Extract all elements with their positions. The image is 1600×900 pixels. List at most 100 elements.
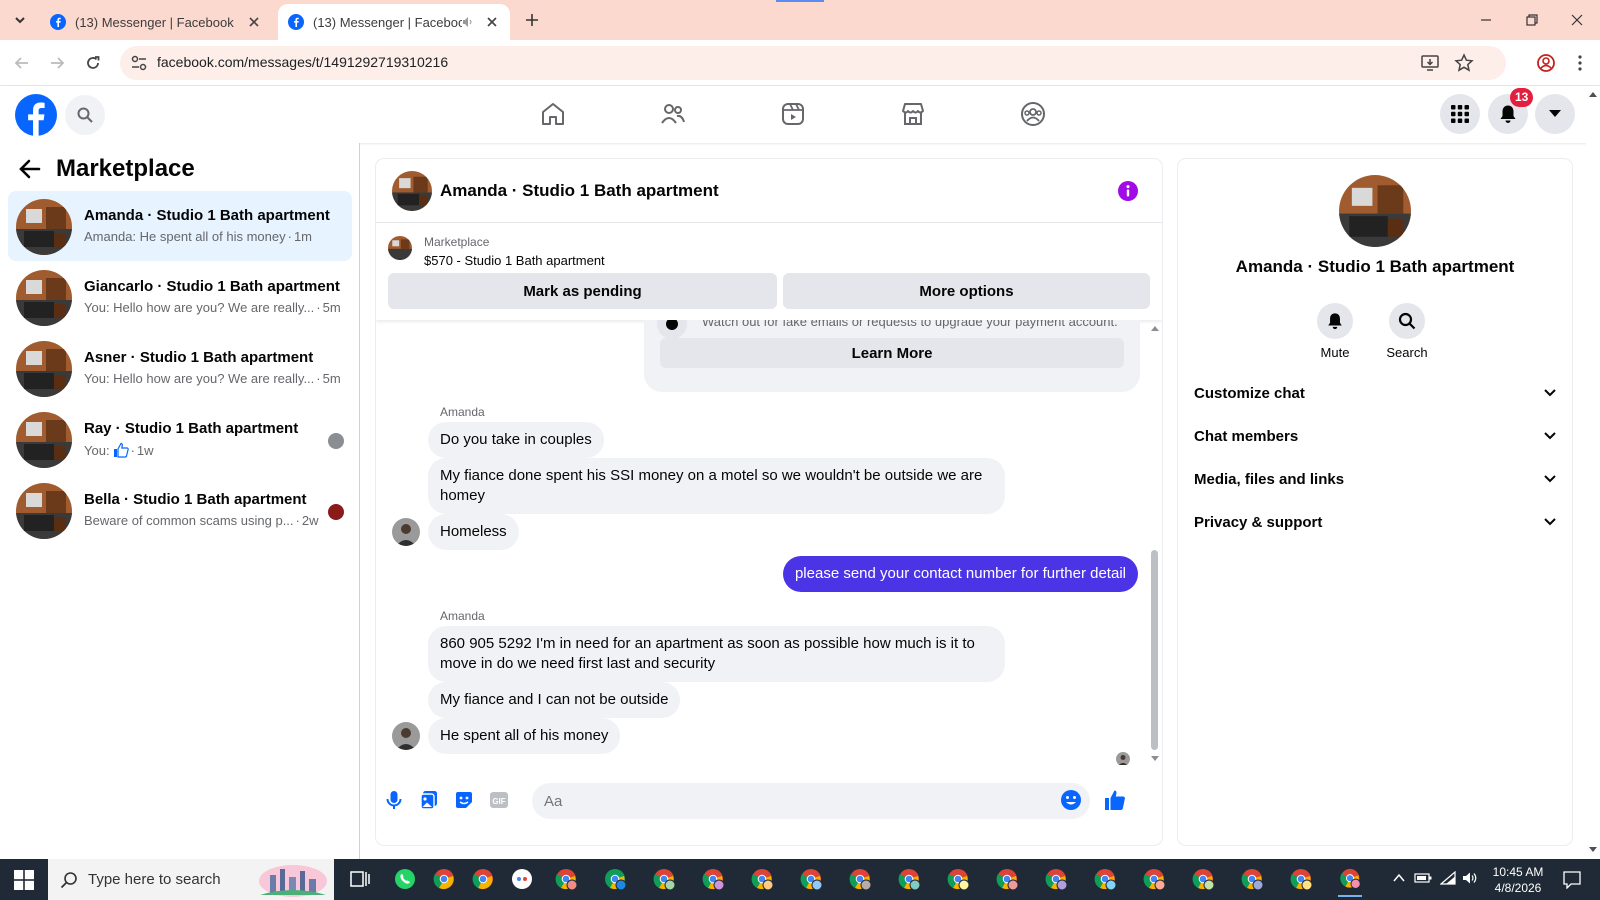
- search-action[interactable]: Search: [1377, 303, 1437, 360]
- sender-avatar[interactable]: [392, 722, 420, 750]
- chrome-profile-icon[interactable]: [1044, 867, 1068, 891]
- show-hidden-icons-chevron-icon[interactable]: [1392, 871, 1406, 885]
- profile-avatar[interactable]: [1339, 175, 1411, 247]
- audio-playing-icon[interactable]: [462, 16, 474, 28]
- url-text[interactable]: facebook.com/messages/t/1491292719310216: [157, 54, 448, 70]
- address-bar[interactable]: facebook.com/messages/t/1491292719310216: [120, 46, 1506, 80]
- chrome-profile-icon[interactable]: [652, 867, 676, 891]
- chrome-icon[interactable]: [432, 867, 456, 891]
- gif-button[interactable]: GIF: [487, 788, 511, 812]
- section-privacy-support[interactable]: Privacy & support: [1194, 502, 1556, 542]
- message-bubble[interactable]: 860 905 5292 I'm in need for an apartmen…: [428, 626, 1005, 682]
- browser-tab-1[interactable]: (13) Messenger | Facebook: [40, 4, 272, 40]
- scroll-up-arrow-icon[interactable]: [1588, 90, 1598, 98]
- google-lens-icon[interactable]: [510, 867, 534, 891]
- chrome-profile-icon[interactable]: [554, 867, 578, 891]
- chrome-profile-icon[interactable]: [603, 867, 627, 891]
- wifi-icon[interactable]: [1440, 871, 1456, 885]
- menu-button[interactable]: [1440, 94, 1480, 134]
- install-app-icon[interactable]: [1420, 53, 1440, 73]
- chrome-profile-icon[interactable]: [1142, 867, 1166, 891]
- listing-thumbnail[interactable]: [388, 236, 412, 260]
- scroll-up-arrow-icon[interactable]: [1150, 324, 1160, 332]
- chrome-profile-icon[interactable]: [1191, 867, 1215, 891]
- chrome-profile-icon[interactable]: [799, 867, 823, 891]
- back-button[interactable]: [10, 51, 34, 75]
- nav-home[interactable]: [537, 98, 569, 130]
- message-bubble[interactable]: Do you take in couples: [428, 422, 604, 458]
- restore-window-button[interactable]: [1520, 8, 1544, 32]
- chrome-profile-icon[interactable]: [897, 867, 921, 891]
- forward-button[interactable]: [45, 51, 69, 75]
- nav-friends[interactable]: [657, 98, 689, 130]
- learn-more-button[interactable]: Learn More: [660, 338, 1124, 368]
- scroll-thumb[interactable]: [1151, 550, 1158, 750]
- nav-marketplace[interactable]: [897, 98, 929, 130]
- message-bubble[interactable]: Homeless: [428, 514, 519, 550]
- reload-button[interactable]: [81, 51, 105, 75]
- chrome-profile-icon[interactable]: [750, 867, 774, 891]
- section-chat-members[interactable]: Chat members: [1194, 416, 1556, 456]
- nav-groups[interactable]: [1017, 98, 1049, 130]
- info-icon[interactable]: [1118, 181, 1138, 201]
- close-tab-button[interactable]: [484, 14, 500, 30]
- bookmark-star-icon[interactable]: [1454, 53, 1474, 73]
- message-input[interactable]: [544, 783, 1044, 819]
- chrome-profile-icon[interactable]: [848, 867, 872, 891]
- site-settings-icon[interactable]: [130, 54, 148, 72]
- profile-button[interactable]: [1534, 51, 1558, 75]
- message-bubble[interactable]: He spent all of his money: [428, 718, 621, 754]
- chrome-profile-icon[interactable]: [1093, 867, 1117, 891]
- chat-avatar[interactable]: [392, 171, 432, 211]
- chrome-profile-icon[interactable]: [1289, 867, 1313, 891]
- chrome-profile-icon[interactable]: [995, 867, 1019, 891]
- mark-as-pending-button[interactable]: Mark as pending: [388, 273, 777, 309]
- taskbar-search-box[interactable]: Type here to search: [48, 859, 334, 900]
- facebook-logo-icon[interactable]: [15, 94, 57, 136]
- conversation-item-bella[interactable]: Bella · Studio 1 Bath apartment Beware o…: [8, 475, 352, 545]
- tab-search-button[interactable]: [8, 8, 32, 32]
- browser-menu-button[interactable]: [1568, 51, 1592, 75]
- emoji-icon[interactable]: [1060, 789, 1082, 811]
- chrome-profile-icon[interactable]: [1240, 867, 1264, 891]
- close-tab-button[interactable]: [246, 14, 262, 30]
- facebook-search-button[interactable]: [65, 95, 105, 135]
- arrow-left-icon[interactable]: [18, 157, 42, 181]
- sticker-button[interactable]: [452, 788, 476, 812]
- close-window-button[interactable]: [1565, 8, 1589, 32]
- listing-title[interactable]: $570 - Studio 1 Bath apartment: [424, 253, 605, 268]
- search-in-chat-button[interactable]: [1389, 303, 1425, 339]
- account-menu-button[interactable]: [1535, 94, 1575, 134]
- section-customize-chat[interactable]: Customize chat: [1194, 373, 1556, 413]
- chrome-icon[interactable]: [471, 867, 495, 891]
- windows-start-icon[interactable]: [14, 870, 34, 890]
- message-bubble[interactable]: My fiance and I can not be outside: [428, 682, 681, 718]
- nav-video[interactable]: [777, 98, 809, 130]
- task-view-icon[interactable]: [348, 867, 372, 891]
- mute-button[interactable]: [1317, 303, 1353, 339]
- chat-title[interactable]: Amanda · Studio 1 Bath apartment: [440, 181, 719, 201]
- voice-clip-button[interactable]: [382, 788, 406, 812]
- battery-icon[interactable]: [1414, 871, 1432, 885]
- page-scrollbar[interactable]: [1586, 86, 1600, 859]
- conversation-item-giancarlo[interactable]: Giancarlo · Studio 1 Bath apartment You:…: [8, 262, 352, 332]
- conversation-item-ray[interactable]: Ray · Studio 1 Bath apartment You: · 1w: [8, 404, 352, 474]
- browser-tab-2-active[interactable]: (13) Messenger | Facebook: [278, 4, 510, 40]
- whatsapp-icon[interactable]: [393, 867, 417, 891]
- chrome-profile-icon[interactable]: [946, 867, 970, 891]
- chrome-profile-icon-active[interactable]: [1338, 867, 1362, 897]
- attach-photo-button[interactable]: [417, 788, 441, 812]
- sender-avatar[interactable]: [392, 518, 420, 546]
- message-bubble[interactable]: My fiance done spent his SSI money on a …: [428, 458, 1005, 514]
- scroll-down-arrow-icon[interactable]: [1588, 846, 1598, 854]
- message-scrollbar[interactable]: [1148, 320, 1162, 765]
- more-options-button[interactable]: More options: [783, 273, 1150, 309]
- scroll-down-arrow-icon[interactable]: [1150, 755, 1160, 763]
- chrome-profile-icon[interactable]: [701, 867, 725, 891]
- conversation-item-asner[interactable]: Asner · Studio 1 Bath apartment You: Hel…: [8, 333, 352, 403]
- new-tab-button[interactable]: [520, 8, 544, 32]
- mute-action[interactable]: Mute: [1305, 303, 1365, 360]
- send-like-button[interactable]: [1103, 788, 1127, 812]
- outgoing-message-bubble[interactable]: please send your contact number for furt…: [782, 556, 1138, 592]
- section-media-files-links[interactable]: Media, files and links: [1194, 459, 1556, 499]
